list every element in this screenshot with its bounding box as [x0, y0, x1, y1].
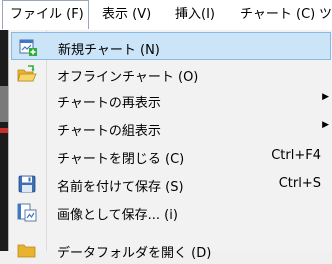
background-fragment	[0, 86, 8, 122]
menu-item-label: チャートの再表示	[57, 96, 161, 111]
menu-chart[interactable]: チャート (C)	[233, 0, 319, 30]
open-folder-icon	[17, 64, 37, 84]
folder-icon	[17, 240, 37, 260]
menu-item-shortcut: Ctrl+S	[278, 176, 321, 191]
menu-item-close-chart[interactable]: チャートを閉じる (C) Ctrl+F4	[11, 142, 331, 170]
menu-file[interactable]: ファイル (F)	[2, 0, 89, 29]
menu-item-save-as[interactable]: 名前を付けて保存 (S) Ctrl+S	[11, 170, 331, 198]
menu-item-save-as-picture[interactable]: 画像として保存... (i)	[11, 198, 331, 226]
menu-tools[interactable]: ツ	[312, 0, 332, 30]
menu-item-new-chart[interactable]: 新規チャート (N)	[11, 32, 331, 60]
menu-item-chart-sets[interactable]: チャートの組表示 ▶	[11, 114, 331, 142]
menu-item-label: 新規チャート (N)	[58, 43, 160, 58]
submenu-arrow-icon: ▶	[322, 92, 329, 102]
menu-bar: ファイル (F) 表示 (V) 挿入(I) チャート (C) ツ	[0, 0, 332, 31]
menu-item-label: 名前を付けて保存 (S)	[57, 180, 184, 195]
save-icon	[17, 174, 37, 194]
file-dropdown-menu: 新規チャート (N) オフラインチャート (O) チャートの再表示 ▶ チャート…	[8, 30, 332, 261]
menu-item-label: チャートを閉じる (C)	[57, 152, 185, 167]
background-fragment-red	[0, 128, 8, 133]
submenu-arrow-icon: ▶	[322, 120, 329, 130]
menu-item-label: チャートの組表示	[57, 124, 161, 139]
new-chart-icon	[18, 37, 38, 57]
menu-item-chart-profiles[interactable]: チャートの再表示 ▶	[11, 86, 331, 114]
background-window-edge	[0, 30, 8, 251]
menu-item-shortcut: Ctrl+F4	[271, 148, 321, 163]
menu-item-open-data-folder[interactable]: データフォルダを開く (D)	[11, 236, 331, 264]
menu-insert[interactable]: 挿入(I)	[168, 0, 219, 30]
menu-item-label: 画像として保存... (i)	[57, 208, 178, 223]
menu-item-label: オフラインチャート (O)	[57, 70, 199, 85]
save-picture-icon	[17, 202, 37, 222]
menu-view[interactable]: 表示 (V)	[95, 0, 155, 30]
menu-item-offline-chart[interactable]: オフラインチャート (O)	[11, 60, 331, 88]
menu-item-label: データフォルダを開く (D)	[57, 246, 212, 261]
